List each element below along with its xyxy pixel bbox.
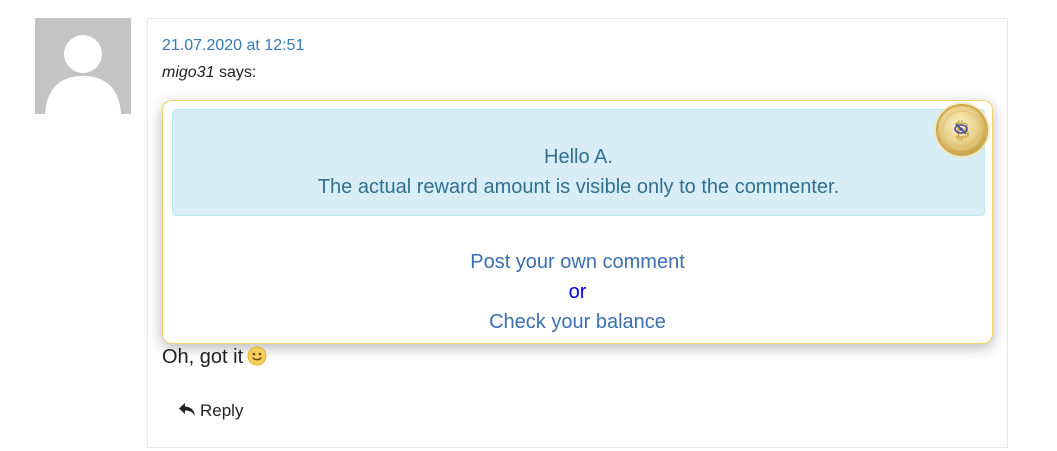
post-comment-link[interactable]: Post your own comment: [470, 247, 685, 277]
reply-arrow-icon: [179, 403, 195, 416]
comment-body: Oh, got it: [162, 346, 244, 368]
reward-info-box: Hello A. The actual reward amount is vis…: [172, 109, 985, 216]
smiley-emoji-icon: [247, 346, 267, 372]
comment-author: migo31: [162, 64, 215, 81]
check-balance-link[interactable]: Check your balance: [489, 307, 666, 337]
default-avatar-icon: [35, 18, 131, 114]
reply-label: Reply: [200, 401, 244, 420]
reward-greeting: Hello A.: [544, 146, 613, 168]
comment-text: Oh, got it: [162, 346, 267, 372]
reward-links: Post your own comment or Check your bala…: [162, 247, 993, 337]
reward-message: The actual reward amount is visible only…: [317, 176, 840, 198]
bitcoin-coin-icon[interactable]: ₿: [933, 101, 991, 159]
reply-button[interactable]: Reply: [178, 401, 243, 421]
avatar: [35, 18, 131, 114]
or-separator: or: [568, 281, 587, 303]
comment-date-link[interactable]: 21.07.2020 at 12:51: [162, 37, 304, 55]
says-label: says:: [218, 64, 257, 81]
comment-author-line: migo31 says:: [162, 64, 256, 82]
